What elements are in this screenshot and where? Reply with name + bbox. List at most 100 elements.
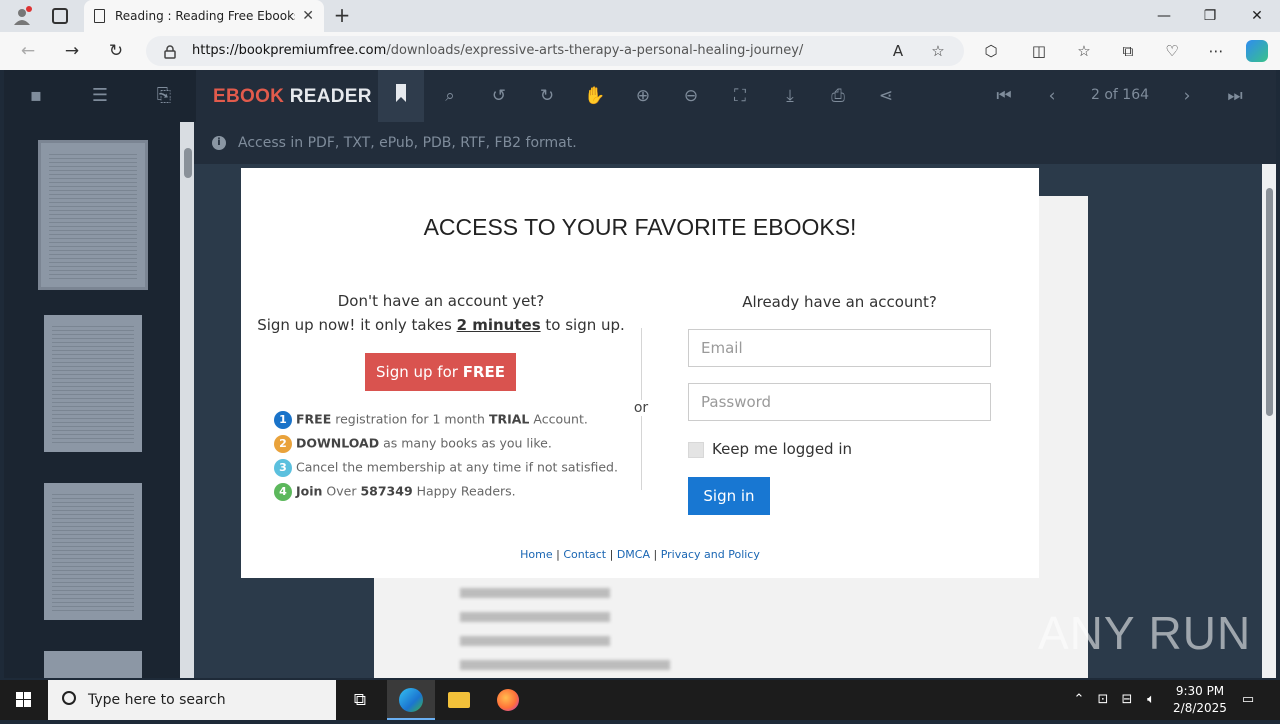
tray-device-icon[interactable]: ⊡ xyxy=(1092,680,1114,720)
modal-footer-links: Home | Contact | DMCA | Privacy and Poli… xyxy=(520,548,760,561)
contact-link[interactable]: Contact xyxy=(563,548,606,561)
page-thumbnail[interactable] xyxy=(44,651,142,678)
dmca-link[interactable]: DMCA xyxy=(617,548,650,561)
rotate-right-icon[interactable]: ↻ xyxy=(533,82,561,110)
split-screen-icon[interactable]: ◫ xyxy=(1027,40,1051,62)
minimize-button[interactable]: — xyxy=(1141,0,1187,32)
tray-chevron-icon[interactable]: ⌃ xyxy=(1068,680,1090,720)
notifications-icon[interactable]: ▭ xyxy=(1236,680,1260,720)
share-icon[interactable]: ⋖ xyxy=(872,82,900,110)
access-modal: ACCESS TO YOUR FAVORITE EBOOKS! Don't ha… xyxy=(241,168,1039,578)
keep-logged-in-checkbox[interactable] xyxy=(688,442,704,458)
page-thumbnail[interactable] xyxy=(38,140,148,290)
viewer-scroll-thumb[interactable] xyxy=(1266,188,1273,416)
download-icon[interactable]: ⤓ xyxy=(776,82,804,110)
browser-tab-active[interactable]: Reading : Reading Free Ebooks | ✕ xyxy=(84,0,324,32)
profile-icon[interactable] xyxy=(12,6,32,26)
privacy-link[interactable]: Privacy and Policy xyxy=(661,548,760,561)
attachments-tab-icon[interactable]: ⎘ xyxy=(132,70,196,122)
page-thumbnail[interactable] xyxy=(44,315,142,452)
url-text: https://bookpremiumfree.com/downloads/ex… xyxy=(192,43,804,58)
feature-number-badge: 1 xyxy=(274,411,292,429)
tab-close-icon[interactable]: ✕ xyxy=(302,8,314,24)
volume-icon[interactable]: 🔈︎ xyxy=(1140,680,1162,720)
favorite-star-icon[interactable]: ☆ xyxy=(926,40,950,62)
restore-button[interactable]: ❐ xyxy=(1187,0,1233,32)
forward-button[interactable]: → xyxy=(58,38,86,64)
windows-logo-icon xyxy=(16,692,31,707)
copilot-icon[interactable] xyxy=(1246,40,1268,62)
keep-logged-in-label[interactable]: Keep me logged in xyxy=(712,440,852,458)
bookmark-icon xyxy=(396,84,406,102)
password-input[interactable] xyxy=(688,383,991,421)
home-link[interactable]: Home xyxy=(520,548,552,561)
blurred-text-line xyxy=(460,588,610,598)
rotate-left-icon[interactable]: ↺ xyxy=(485,82,513,110)
page-thumbnail[interactable] xyxy=(44,483,142,620)
fullscreen-icon[interactable]: ⛶ xyxy=(726,82,754,110)
signin-button[interactable]: Sign in xyxy=(688,477,770,515)
bookmark-button[interactable] xyxy=(378,70,424,122)
search-placeholder: Type here to search xyxy=(88,692,226,708)
page-icon xyxy=(94,9,105,23)
task-view-icon[interactable]: ⧉ xyxy=(336,680,384,720)
lock-icon[interactable] xyxy=(164,44,176,59)
read-aloud-icon[interactable]: A xyxy=(886,40,910,62)
hand-tool-icon[interactable]: ✋ xyxy=(581,82,609,110)
more-menu-icon[interactable]: ⋯ xyxy=(1204,40,1228,62)
reader-brand: EBOOK READER xyxy=(213,86,372,107)
collections-icon[interactable]: ⧉ xyxy=(1116,40,1140,62)
email-input[interactable] xyxy=(688,329,991,367)
last-page-icon[interactable]: ⏭ xyxy=(1221,82,1249,110)
blurred-text-line xyxy=(460,612,610,622)
clock-date: 2/8/2025 xyxy=(1173,701,1227,715)
extensions-icon[interactable]: ⬡ xyxy=(979,40,1003,62)
feature-item: 4 Join Over 587349 Happy Readers. xyxy=(274,483,516,501)
address-bar[interactable]: https://bookpremiumfree.com/downloads/ex… xyxy=(146,36,964,66)
browser-titlebar: Reading : Reading Free Ebooks | ✕ + — ❐ … xyxy=(0,0,1280,32)
have-account-text: Already have an account? xyxy=(742,293,937,311)
favorites-icon[interactable]: ☆ xyxy=(1072,40,1096,62)
anyrun-watermark: ANY RUN xyxy=(1038,607,1252,659)
network-icon[interactable]: ⊟ xyxy=(1116,680,1138,720)
new-tab-button[interactable]: + xyxy=(330,4,354,28)
signup-free-button[interactable]: Sign up for FREE xyxy=(365,353,516,391)
thumbnails-tab-icon[interactable]: ▪ xyxy=(4,70,68,122)
modal-title: ACCESS TO YOUR FAVORITE EBOOKS! xyxy=(423,214,857,240)
sidebar-scrollbar[interactable] xyxy=(180,122,194,678)
refresh-button[interactable]: ↻ xyxy=(102,38,130,64)
firefox-icon[interactable] xyxy=(484,680,532,720)
feature-number-badge: 3 xyxy=(274,459,292,477)
previous-page-icon[interactable]: ‹ xyxy=(1038,82,1066,110)
tab-actions-icon[interactable] xyxy=(52,8,68,24)
page-indicator[interactable]: 2 of 164 xyxy=(1080,87,1160,103)
file-explorer-icon[interactable] xyxy=(435,680,483,720)
taskbar-clock[interactable]: 9:30 PM 2/8/2025 xyxy=(1160,683,1240,717)
thumbnail-sidebar xyxy=(4,122,194,678)
or-separator: or xyxy=(629,400,653,416)
signup-duration-text: Sign up now! it only takes 2 minutes to … xyxy=(257,316,625,334)
tab-title: Reading : Reading Free Ebooks | xyxy=(115,9,295,23)
start-button[interactable] xyxy=(0,680,48,720)
feature-number-badge: 2 xyxy=(274,435,292,453)
clock-time: 9:30 PM xyxy=(1175,684,1225,698)
close-window-button[interactable]: ✕ xyxy=(1234,0,1280,32)
first-page-icon[interactable]: ⏮ xyxy=(990,82,1018,110)
feature-number-badge: 4 xyxy=(274,483,292,501)
reader-toolbar: ▪ ☰ ⎘ EBOOK READER ⌕ ↺ ↻ ✋ ⊕ ⊖ ⛶ ⤓ ⎙ ⋖ ⏮… xyxy=(4,70,1276,122)
feature-item: 1 FREE registration for 1 month TRIAL Acc… xyxy=(274,411,588,429)
sidebar-scroll-thumb[interactable] xyxy=(184,148,192,178)
blurred-text-line xyxy=(460,636,610,646)
next-page-icon[interactable]: › xyxy=(1173,82,1201,110)
print-icon[interactable]: ⎙ xyxy=(824,82,852,110)
outline-tab-icon[interactable]: ☰ xyxy=(68,70,132,122)
zoom-out-icon[interactable]: ⊖ xyxy=(677,82,705,110)
info-icon: i xyxy=(212,136,226,150)
browser-essentials-icon[interactable]: ♡ xyxy=(1160,40,1184,62)
taskbar-search[interactable]: Type here to search xyxy=(48,680,336,720)
back-button[interactable]: ← xyxy=(14,38,42,64)
zoom-in-icon[interactable]: ⊕ xyxy=(629,82,657,110)
search-icon[interactable]: ⌕ xyxy=(436,82,464,110)
edge-taskbar-icon[interactable] xyxy=(387,680,435,720)
windows-taskbar: Type here to search ⧉ ⌃ ⊡ ⊟ 🔈︎ 9:30 PM 2… xyxy=(0,680,1280,720)
